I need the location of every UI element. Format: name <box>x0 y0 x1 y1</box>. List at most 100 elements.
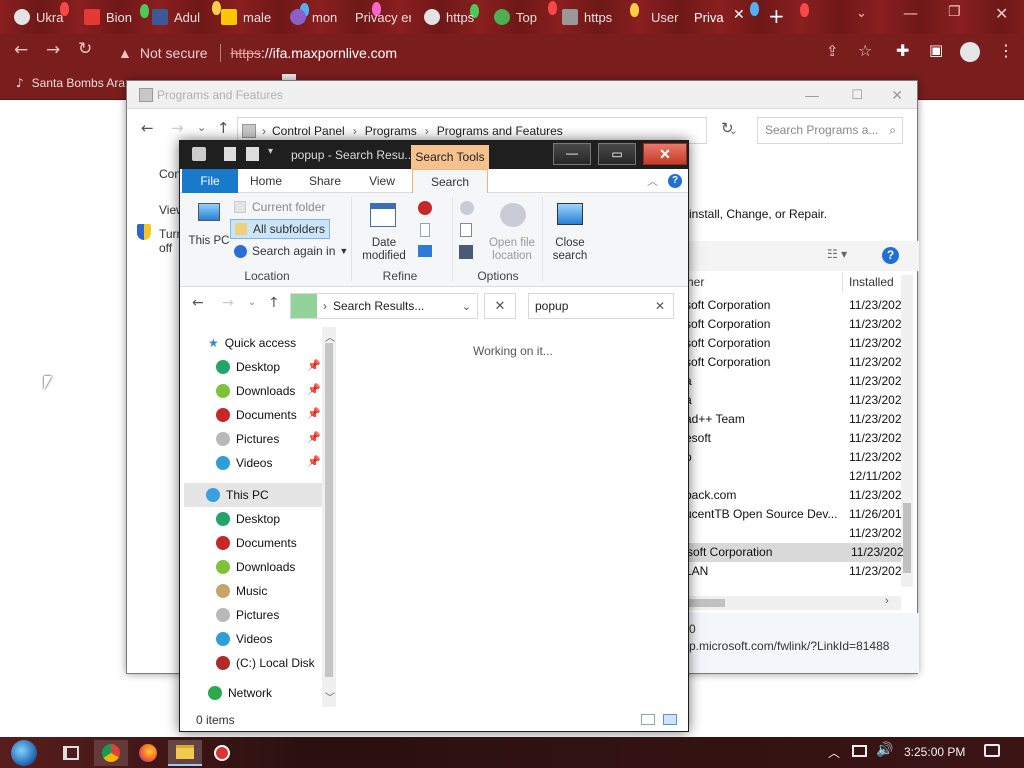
taskbar-chrome[interactable] <box>94 740 128 766</box>
browser-tab[interactable]: https <box>562 5 614 29</box>
browser-tab-active[interactable]: Priva <box>694 5 730 29</box>
details-view-icon[interactable] <box>641 714 655 725</box>
up-icon[interactable]: ↑ <box>268 295 280 311</box>
tree-item[interactable]: Pictures <box>216 603 279 627</box>
notifications-icon[interactable] <box>984 744 1000 757</box>
current-folder-button[interactable]: Current folder <box>234 197 325 217</box>
horizontal-scrollbar[interactable] <box>687 596 901 610</box>
sidepanel-icon[interactable]: ▣ <box>929 41 943 59</box>
all-subfolders-button[interactable]: All subfolders <box>230 219 331 239</box>
tree-item[interactable]: (C:) Local Disk <box>216 651 315 675</box>
view-options-icon[interactable]: ☷ ▾ <box>827 247 847 261</box>
tree-item[interactable]: Music <box>216 579 267 603</box>
browser-tab[interactable]: User <box>651 5 681 29</box>
bookmark-item[interactable]: ♪ Santa Bombs Ara <box>16 76 125 90</box>
clear-search-icon[interactable]: ✕ <box>655 294 665 318</box>
new-folder-icon[interactable] <box>246 147 259 161</box>
tree-item[interactable]: Desktop <box>216 355 280 379</box>
new-tab-button[interactable]: + <box>768 4 785 28</box>
maximize-button[interactable]: ▭ <box>598 143 636 165</box>
refresh-icon[interactable]: ↻ <box>721 119 734 137</box>
tree-item[interactable]: Desktop <box>216 507 280 531</box>
search-again-button[interactable]: Search again in ▼ <box>234 241 348 261</box>
extensions-icon[interactable]: ✚ <box>896 41 909 60</box>
size-filter-icon[interactable] <box>420 223 430 237</box>
browser-tab[interactable]: Bion <box>84 5 136 29</box>
sidebar-link[interactable]: off <box>159 241 172 255</box>
pin-icon[interactable]: 📌 <box>307 407 321 420</box>
task-view-button[interactable] <box>54 740 88 766</box>
tree-item[interactable]: Videos <box>216 451 272 475</box>
help-icon[interactable]: ? <box>882 247 899 264</box>
forward-icon[interactable]: → <box>222 295 234 311</box>
collapse-ribbon-icon[interactable]: ︿ <box>647 173 658 189</box>
close-tab-icon[interactable]: ✕ <box>733 7 745 23</box>
table-row[interactable]: 12/11/202 <box>685 467 902 486</box>
pin-icon[interactable]: 📌 <box>307 359 321 372</box>
date-modified-button[interactable]: Date modified <box>360 197 408 263</box>
tab-file[interactable]: File <box>182 169 238 193</box>
scroll-thumb[interactable] <box>687 599 725 607</box>
taskbar-explorer[interactable] <box>168 740 202 766</box>
breadcrumb-item[interactable]: Programs <box>365 124 417 138</box>
up-icon[interactable]: ↑ <box>217 119 230 137</box>
search-input[interactable]: Search Programs a... ⌕ <box>757 117 903 144</box>
table-row[interactable]: a 11/23/202 <box>685 391 902 410</box>
open-file-location-button[interactable]: Open file location <box>484 197 540 263</box>
close-window-icon[interactable]: ✕ <box>995 4 1008 23</box>
taskbar-app[interactable] <box>205 740 239 766</box>
back-icon[interactable]: ← <box>141 119 154 137</box>
kind-filter-icon[interactable] <box>418 201 432 215</box>
table-row[interactable]: ad++ Team 11/23/202 <box>685 410 902 429</box>
back-icon[interactable]: ← <box>192 295 204 311</box>
tree-item[interactable]: Downloads <box>216 379 295 403</box>
maximize-button[interactable]: ☐ <box>851 81 863 109</box>
tree-this-pc[interactable]: This PC <box>184 483 322 507</box>
browser-tab[interactable]: Privacy er <box>355 5 411 29</box>
scroll-thumb[interactable] <box>903 503 911 573</box>
vertical-scrollbar[interactable] <box>901 275 913 587</box>
back-icon[interactable]: ← <box>14 40 28 60</box>
recent-searches-icon[interactable] <box>460 201 474 215</box>
tree-item[interactable]: Documents <box>216 403 297 427</box>
close-button[interactable]: ✕ <box>891 81 903 109</box>
customize-toolbar-icon[interactable]: ▾ <box>268 146 273 157</box>
pin-icon[interactable]: 📌 <box>307 383 321 396</box>
pin-icon[interactable]: 📌 <box>307 431 321 444</box>
scroll-right-icon[interactable]: › <box>885 595 889 607</box>
large-icons-view-icon[interactable] <box>663 714 677 725</box>
tree-item[interactable]: Downloads <box>216 555 295 579</box>
table-row[interactable]: esoft 11/23/202 <box>685 429 902 448</box>
minimize-button[interactable]: — <box>805 81 819 109</box>
minimize-button[interactable]: — <box>553 143 591 165</box>
table-row[interactable]: soft Corporation 11/23/202 <box>685 334 902 353</box>
scroll-down-icon[interactable]: ﹀ <box>325 689 335 704</box>
forward-icon[interactable]: → <box>171 119 184 137</box>
sidebar-link[interactable]: Con <box>159 167 181 181</box>
breadcrumb-item[interactable]: Programs and Features <box>437 124 563 138</box>
chevron-down-icon[interactable]: ⌄ <box>462 300 471 313</box>
search-input[interactable]: popup ✕ <box>528 293 674 319</box>
browser-tab[interactable]: https <box>424 5 480 29</box>
tab-view[interactable]: View <box>360 169 404 193</box>
column-header-publisher[interactable]: her <box>687 275 704 289</box>
column-header-installed[interactable]: Installed <box>849 275 901 289</box>
network-icon[interactable] <box>852 745 867 757</box>
browser-tab[interactable]: male <box>221 5 273 29</box>
share-icon[interactable]: ⇪ <box>826 42 839 60</box>
help-icon[interactable]: ? <box>668 174 682 188</box>
advanced-options-icon[interactable] <box>460 223 472 237</box>
table-row[interactable]: soft Corporation 11/23/202 <box>685 353 902 372</box>
restore-icon[interactable]: ❐ <box>948 4 961 20</box>
table-row[interactable]: soft Corporation 11/23/202 <box>685 296 902 315</box>
tree-item[interactable]: Pictures <box>216 427 279 451</box>
tree-network[interactable]: Network <box>208 681 272 705</box>
volume-icon[interactable]: 🔊 <box>876 742 893 758</box>
show-hidden-icons-icon[interactable]: ︿ <box>828 744 840 761</box>
scroll-thumb[interactable] <box>325 343 333 677</box>
address-bar[interactable]: ▲ Not secure https ://ifa.maxpornlive.co… <box>110 39 810 66</box>
browser-tab[interactable]: Top <box>494 5 540 29</box>
browser-tab[interactable]: Adul <box>152 5 204 29</box>
menu-icon[interactable]: ⋮ <box>998 41 1014 60</box>
save-search-icon[interactable] <box>459 245 473 259</box>
